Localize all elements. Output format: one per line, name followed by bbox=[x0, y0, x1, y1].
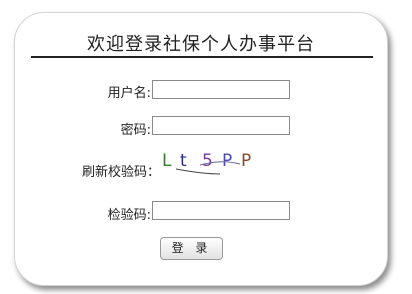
title-divider bbox=[31, 56, 373, 58]
login-button[interactable]: 登 录 bbox=[160, 237, 223, 260]
login-panel: 欢迎登录社保个人办事平台 用户名: 密码: 刷新校验码： L t 5 P P 检… bbox=[14, 12, 388, 286]
captcha-image[interactable]: L t 5 P P bbox=[162, 148, 262, 180]
captcha-noise-lines bbox=[175, 161, 241, 175]
password-input[interactable] bbox=[152, 116, 290, 135]
username-input[interactable] bbox=[152, 80, 290, 99]
verify-label: 检验码: bbox=[107, 208, 151, 223]
verify-code-input[interactable] bbox=[152, 201, 290, 220]
page-title: 欢迎登录社保个人办事平台 bbox=[87, 34, 315, 55]
username-label: 用户名: bbox=[107, 86, 151, 101]
refresh-captcha-label[interactable]: 刷新校验码： bbox=[57, 161, 160, 180]
password-label: 密码: bbox=[120, 123, 151, 138]
